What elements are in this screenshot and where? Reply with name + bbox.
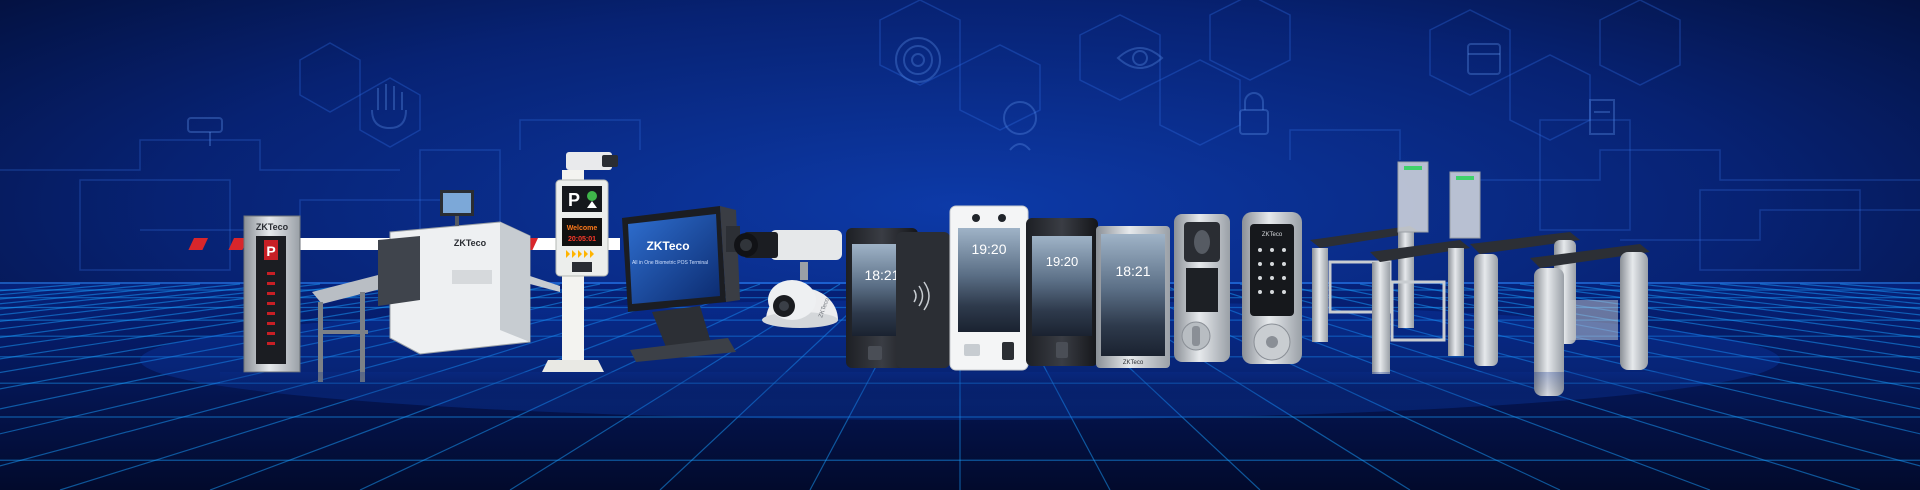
pos-caption: All in One Biometric POS Terminal [632, 260, 708, 266]
face-terminal-c: 19:20 [949, 205, 1029, 371]
banner-illustration: P ZKTeco ZKTeco P Welcome 20:05:01 ZKTec… [0, 0, 1920, 490]
barrier-logo: ZKTeco [256, 222, 289, 232]
smart-lock-keypad: ZKTeco [1242, 212, 1302, 364]
barrier-gate-cabinet: P ZKTeco [243, 215, 301, 373]
pos-logo: ZKTeco [646, 239, 689, 253]
parking-time: 20:05:01 [568, 236, 596, 243]
terminal-d-clock: 19:20 [1046, 254, 1079, 269]
terminal-c-clock: 19:20 [971, 241, 1006, 257]
terminal-e-clock: 18:21 [1115, 263, 1150, 279]
face-terminal-d: 19:20 [1026, 218, 1098, 366]
face-terminal-b [896, 232, 950, 368]
panel-logo: ZKTeco [1123, 360, 1144, 366]
face-terminal-e: 18:21 ZKTeco [1096, 226, 1170, 368]
lock-logo: ZKTeco [1262, 232, 1283, 238]
parking-p-letter: P [568, 190, 580, 210]
smart-lock-fingerprint [1174, 214, 1230, 362]
parking-welcome: Welcome [567, 225, 598, 232]
xray-logo: ZKTeco [454, 238, 487, 248]
barrier-p-letter: P [266, 243, 275, 259]
product-reflection [220, 372, 1680, 402]
terminal-a-clock: 18:21 [864, 267, 899, 283]
product-banner: P ZKTeco ZKTeco P Welcome 20:05:01 ZKTec… [0, 0, 1920, 490]
